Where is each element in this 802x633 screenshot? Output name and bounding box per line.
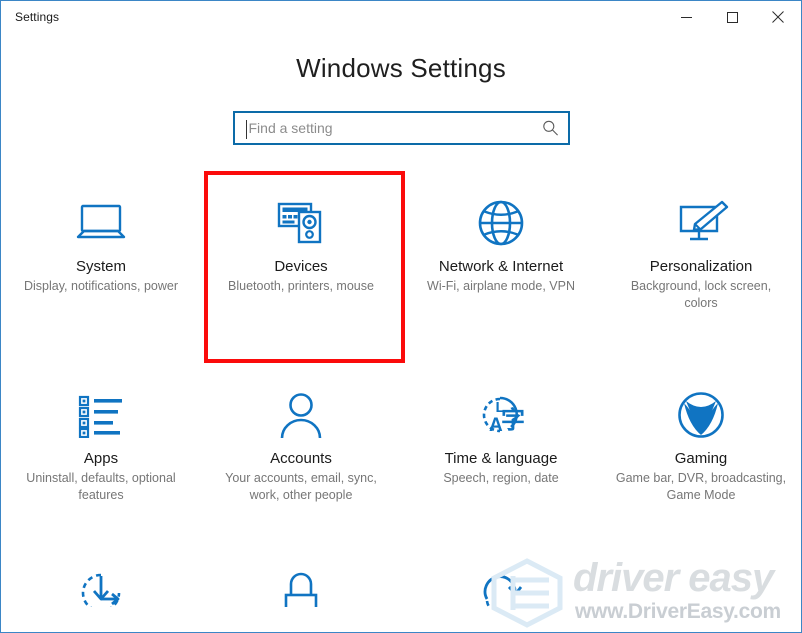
tile-gaming[interactable]: Gaming Game bar, DVR, broadcasting, Game… [601,355,801,547]
search-area [1,111,801,145]
tile-description: Uninstall, defaults, optional features [26,471,176,502]
tile-ease-of-access[interactable] [401,547,601,607]
settings-tile-grid: System Display, notifications, power Dev… [1,163,801,607]
laptop-icon [73,195,129,251]
tile-title: Personalization [649,258,753,275]
search-icon[interactable] [542,120,559,137]
tile-title: Devices [274,258,328,275]
tile-description: Wi-Fi, airplane mode, VPN [427,279,575,293]
settings-window: Settings Windows Settings Find a setting… [0,0,802,633]
tile-description: Background, lock screen, colors [630,279,772,310]
sync-download-icon [77,569,125,607]
minimize-icon [680,16,692,18]
xbox-icon [677,387,725,443]
tile-apps[interactable]: Apps Uninstall, defaults, optional featu… [1,355,201,547]
close-icon [772,11,784,23]
lock-icon [279,569,323,607]
title-bar: Settings [1,1,801,33]
close-button[interactable] [755,1,801,33]
tile-system[interactable]: System Display, notifications, power [1,163,201,355]
tile-devices[interactable]: Devices Bluetooth, printers, mouse [201,163,401,355]
clock-language-icon: L A 字 [474,387,528,443]
monitor-paintbrush-icon [673,195,729,251]
tile-title: Network & Internet [438,258,564,275]
tile-network-internet[interactable]: Network & Internet Wi-Fi, airplane mode,… [401,163,601,355]
tile-description: Bluetooth, printers, mouse [228,279,374,293]
tile-placeholder [601,547,801,607]
tile-personalization[interactable]: Personalization Background, lock screen,… [601,163,801,355]
search-box[interactable] [232,111,570,145]
bullet-list-icon [74,387,128,443]
refresh-arrow-icon [477,569,525,607]
tile-title: Gaming [674,450,728,467]
tile-update-security[interactable] [1,547,201,607]
caption-button-group [663,1,801,33]
tile-title: Apps [83,450,119,467]
tile-title: Time & language [444,450,558,467]
text-caret [245,120,247,139]
search-input[interactable] [234,113,568,143]
person-icon [277,387,325,443]
tile-description: Speech, region, date [443,471,559,485]
window-title: Settings [15,10,60,24]
svg-text:字: 字 [501,406,525,434]
page-title: Windows Settings [296,53,506,83]
keyboard-speaker-icon [273,195,329,251]
maximize-button[interactable] [709,1,755,33]
tile-description: Your accounts, email, sync, work, other … [225,471,377,502]
minimize-button[interactable] [663,1,709,33]
maximize-icon [726,11,738,23]
tile-accounts[interactable]: Accounts Your accounts, email, sync, wor… [201,355,401,547]
tile-title: Accounts [270,450,332,467]
tile-time-language[interactable]: L A 字 Time & language Speech, region, da… [401,355,601,547]
globe-icon [476,195,526,251]
tile-title: System [75,258,126,275]
tile-privacy[interactable] [201,547,401,607]
tile-description: Game bar, DVR, broadcasting, Game Mode [615,471,787,502]
tile-description: Display, notifications, power [23,279,178,293]
